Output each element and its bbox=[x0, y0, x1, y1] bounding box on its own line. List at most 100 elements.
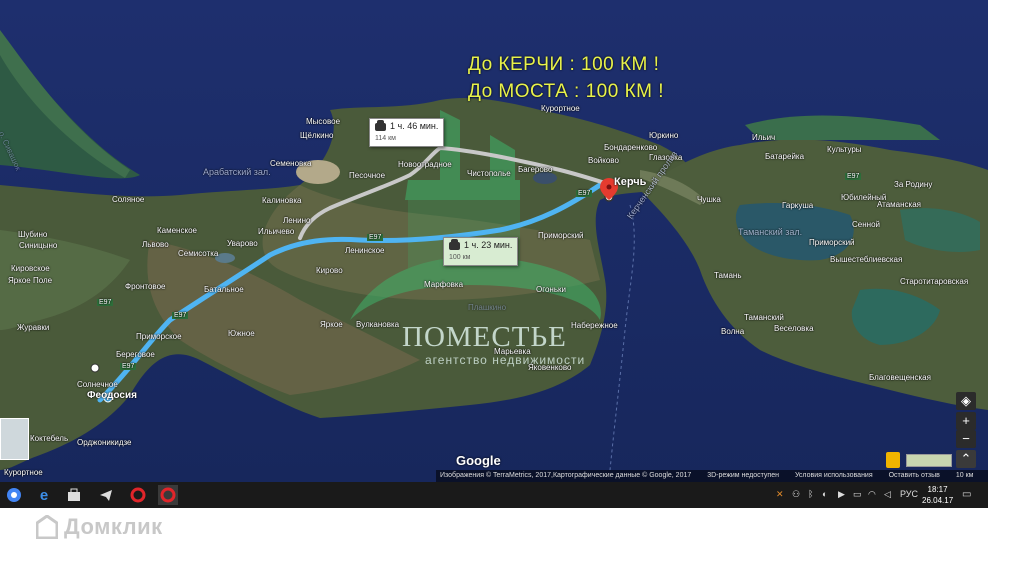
place-marfovka: Марфовка bbox=[424, 280, 464, 289]
place-arabat-bay: Арабатский зал. bbox=[203, 167, 271, 177]
place-semenovka: Семеновка bbox=[270, 159, 312, 168]
map-view[interactable]: До КЕРЧИ : 100 КМ ! До МОСТА : 100 КМ ! … bbox=[0, 0, 988, 482]
place-yarkoe-pole: Яркое Поле bbox=[8, 276, 53, 285]
place-primorsky: Приморский bbox=[538, 231, 584, 240]
place-kirovo: Кирово bbox=[316, 266, 343, 275]
place-kamenskoe: Каменское bbox=[157, 226, 197, 235]
imagery-thumbnails[interactable] bbox=[906, 454, 952, 467]
place-chistopolie: Чистополье bbox=[467, 169, 511, 178]
feedback-link[interactable]: Оставить отзыв bbox=[889, 472, 940, 479]
place-uvarovo: Уварово bbox=[227, 239, 258, 248]
tray-media-icon[interactable]: ▶ bbox=[838, 489, 845, 500]
zoom-in-button[interactable]: + bbox=[956, 412, 976, 430]
compass-icon[interactable]: ◈ bbox=[956, 392, 976, 410]
place-solnechnoe: Солнечное bbox=[77, 380, 118, 389]
place-kurortnoe-north: Курортное bbox=[541, 104, 580, 113]
place-beregovoe: Береговое bbox=[116, 350, 155, 359]
pegman-icon[interactable] bbox=[886, 452, 900, 468]
place-kerch: Керчь bbox=[614, 176, 647, 188]
place-ordzhonikidze: Орджоникидзе bbox=[77, 438, 132, 447]
language-indicator[interactable]: РУС bbox=[900, 489, 918, 499]
road-label: E97 bbox=[845, 173, 862, 180]
place-mysovoe: Мысовое bbox=[306, 117, 341, 126]
wifi-icon[interactable]: ◠ bbox=[868, 489, 876, 500]
place-pesochnoe: Песочное bbox=[349, 171, 386, 180]
place-ogonki: Огоньки bbox=[536, 285, 566, 294]
clock-time: 18:17 bbox=[927, 485, 948, 494]
telegram-icon[interactable] bbox=[96, 485, 116, 505]
place-naberezhnoe: Набережное bbox=[571, 321, 618, 330]
place-zhuravki: Журавки bbox=[17, 323, 50, 332]
place-maryevka: Марьевка bbox=[494, 347, 531, 356]
place-lenino: Ленино bbox=[283, 216, 311, 225]
headline-line-1: До КЕРЧИ : 100 КМ ! bbox=[468, 54, 660, 75]
place-vyshesteblievskaya: Вышестеблиевская bbox=[830, 255, 903, 264]
route-alt-info[interactable]: 1 ч. 46 мин. 114 км bbox=[369, 118, 445, 147]
place-za-rodinu: За Родину bbox=[894, 180, 933, 189]
route-alt-distance: 114 км bbox=[375, 135, 396, 142]
place-garkusha: Гаркуша bbox=[782, 201, 814, 210]
zoom-out-button[interactable]: − bbox=[956, 430, 976, 448]
place-taman: Тамань bbox=[714, 271, 742, 280]
place-tamansky: Таманский bbox=[744, 313, 784, 322]
chrome-icon[interactable] bbox=[4, 485, 24, 505]
volume-icon[interactable]: ◁ bbox=[884, 489, 891, 500]
road-label: E97 bbox=[367, 234, 384, 241]
car-icon bbox=[375, 119, 386, 131]
route-alt-time: 1 ч. 46 мин. bbox=[390, 121, 439, 131]
layer-toggle-thumbnail[interactable] bbox=[0, 418, 29, 460]
clock-date: 26.04.17 bbox=[922, 496, 954, 505]
place-plashkino: Плашкино bbox=[468, 303, 507, 312]
place-frontovoe: Фронтовое bbox=[125, 282, 166, 291]
bluetooth-icon[interactable]: ᛒ bbox=[808, 489, 813, 499]
attribution-imagery: Изображения © TerraMetrics, 2017,Картогр… bbox=[440, 472, 692, 479]
place-veselovka: Веселовка bbox=[774, 324, 814, 333]
expand-icon[interactable]: ⌃ bbox=[956, 450, 976, 468]
road-label: E97 bbox=[576, 190, 593, 197]
terms-link[interactable]: Условия использования bbox=[795, 472, 873, 479]
place-semisotka: Семисотка bbox=[178, 249, 219, 258]
domklik-logo-icon bbox=[36, 515, 58, 539]
route-main-time: 1 ч. 23 мин. bbox=[464, 240, 513, 250]
clock[interactable]: 18:17 26.04.17 bbox=[922, 484, 953, 506]
edge-icon[interactable]: e bbox=[34, 485, 54, 505]
place-primorskoe: Приморское bbox=[136, 332, 182, 341]
google-logo: Google bbox=[456, 453, 501, 468]
car-icon bbox=[449, 238, 460, 250]
place-yarkoe: Яркое bbox=[320, 320, 343, 329]
place-yurkino: Юркино bbox=[649, 131, 679, 140]
place-blagoveshchenskaya: Благовещенская bbox=[869, 373, 931, 382]
domklik-text: Домклик bbox=[64, 514, 163, 539]
place-primorsky-east: Приморский bbox=[809, 238, 855, 247]
place-starotitarovskaya: Старотитаровская bbox=[900, 277, 969, 286]
headline-line-2: До МОСТА : 100 КМ ! bbox=[468, 81, 665, 102]
place-shubino: Шубино bbox=[18, 230, 48, 239]
tray-skype-icon[interactable]: ◐ bbox=[822, 489, 827, 499]
place-koktebel: Коктебель bbox=[30, 434, 69, 443]
tray-app-icon[interactable]: ✕ bbox=[776, 489, 784, 500]
domklik-watermark: Домклик bbox=[36, 514, 163, 540]
route-main-info[interactable]: 1 ч. 23 мин. 100 км bbox=[443, 237, 519, 266]
place-ilyich: Ильич bbox=[752, 133, 776, 142]
notification-icon[interactable]: ▭ bbox=[962, 489, 971, 500]
opera-icon[interactable] bbox=[128, 485, 148, 505]
place-lvovo: Львово bbox=[142, 240, 169, 249]
store-icon[interactable] bbox=[64, 485, 84, 505]
place-senoy: Сенной bbox=[852, 220, 880, 229]
place-batalnoe: Батальное bbox=[204, 285, 244, 294]
road-label: E97 bbox=[97, 299, 114, 306]
place-volna: Волна bbox=[721, 327, 745, 336]
place-schelkino: Щёлкино bbox=[300, 131, 334, 140]
tray-window-icon[interactable]: ▭ bbox=[853, 489, 862, 500]
tray-game-icon[interactable]: ⚇ bbox=[792, 489, 800, 500]
place-feodosia: Феодосия bbox=[87, 390, 137, 401]
place-kirovskoe: Кировское bbox=[11, 264, 50, 273]
place-chushka: Чушка bbox=[697, 195, 721, 204]
watermark-title: ПОМЕСТЬЕ bbox=[402, 321, 567, 353]
place-kurortnoe-south: Курортное bbox=[4, 468, 43, 477]
place-sinitsyno: Синицыно bbox=[19, 241, 58, 250]
opera-active-icon[interactable] bbox=[158, 485, 178, 505]
place-yakovenkovo: Яковенково bbox=[528, 363, 572, 372]
place-novootradnoe: Новоотрадное bbox=[398, 160, 452, 169]
place-yuzhnoe: Южное bbox=[228, 329, 255, 338]
